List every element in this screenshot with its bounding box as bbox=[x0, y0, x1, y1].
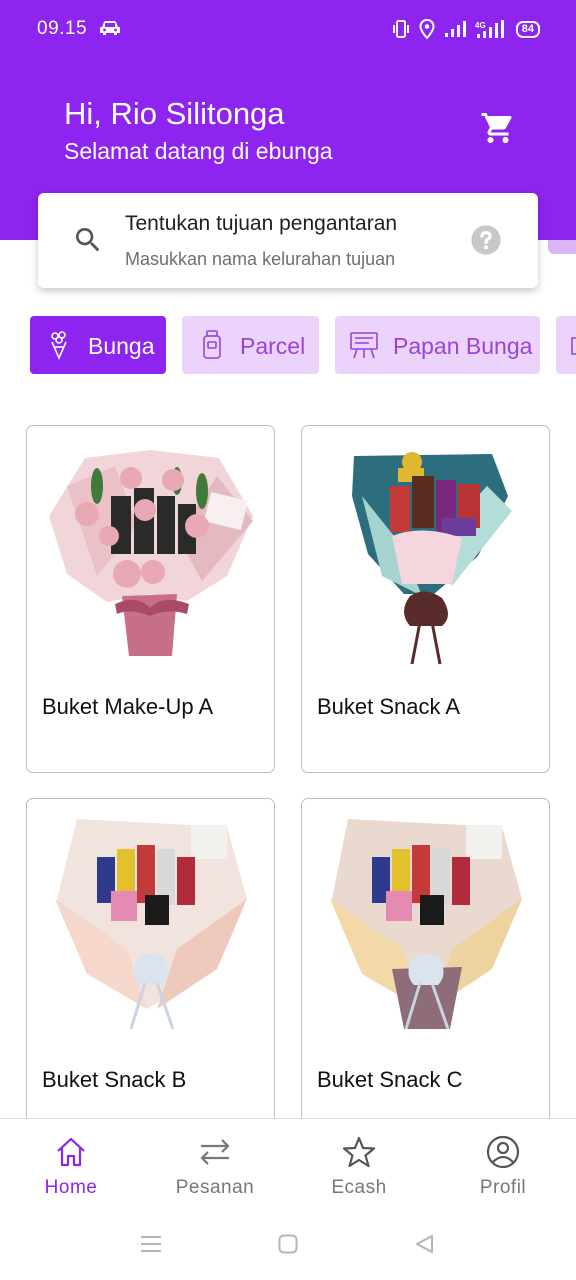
nav-item-home[interactable]: Home bbox=[6, 1119, 136, 1215]
category-row: Bunga Parcel Papan Bunga bbox=[0, 316, 576, 374]
product-card-buket-make-up-a[interactable]: Buket Make-Up A bbox=[26, 425, 275, 773]
category-chip-more[interactable] bbox=[556, 316, 576, 374]
status-time: 09.15 bbox=[37, 18, 88, 39]
nav-item-ecash[interactable]: Ecash bbox=[294, 1119, 424, 1215]
greeting-title: Hi, Rio Silitonga bbox=[64, 96, 285, 131]
location-icon bbox=[419, 19, 435, 39]
menu-lines-icon[interactable] bbox=[140, 1234, 162, 1254]
side-tab bbox=[548, 240, 576, 254]
car-icon bbox=[100, 21, 120, 35]
nav-item-profil[interactable]: Profil bbox=[438, 1119, 568, 1215]
home-icon bbox=[57, 1137, 85, 1167]
flower-bouquet-icon bbox=[51, 331, 67, 360]
status-bar: 09.15 4G 84 bbox=[0, 0, 576, 56]
category-chip-papan-bunga[interactable]: Papan Bunga bbox=[335, 316, 540, 374]
category-label: Bunga bbox=[88, 333, 155, 359]
product-card-buket-snack-a[interactable]: Buket Snack A bbox=[301, 425, 550, 773]
nav-label: Profil bbox=[479, 1177, 527, 1198]
star-icon bbox=[342, 1136, 376, 1168]
delivery-destination-card[interactable] bbox=[38, 193, 538, 288]
vibrate-icon bbox=[392, 20, 409, 38]
category-chip-parcel[interactable]: Parcel bbox=[182, 316, 319, 374]
category-partial-icon bbox=[571, 337, 576, 355]
delivery-destination-title: Tentukan tujuan pengantaran bbox=[125, 212, 398, 235]
svg-text:4G: 4G bbox=[475, 21, 486, 30]
product-image-mauve-snack-bouquet bbox=[330, 819, 522, 1030]
nav-item-pesanan[interactable]: Pesanan bbox=[150, 1119, 280, 1215]
welcome-subtitle: Selamat datang di ebunga bbox=[64, 138, 333, 164]
home-square-icon[interactable] bbox=[278, 1234, 298, 1254]
nav-label: Home bbox=[44, 1177, 98, 1198]
category-label: Parcel bbox=[240, 333, 306, 359]
cart-icon[interactable] bbox=[480, 110, 516, 146]
signal-icon bbox=[444, 21, 466, 37]
product-image-makeup-bouquet bbox=[49, 450, 253, 656]
bottom-nav: Home Pesanan Ecash Profil bbox=[0, 1118, 576, 1214]
product-name: Buket Snack C bbox=[317, 1067, 463, 1092]
transfer-arrows-icon bbox=[200, 1139, 230, 1165]
product-image-pink-snack-bouquet bbox=[55, 819, 247, 1030]
product-card-buket-snack-c[interactable]: Buket Snack C bbox=[301, 798, 550, 1128]
product-name: Buket Snack A bbox=[317, 694, 461, 719]
product-name: Buket Snack B bbox=[42, 1067, 187, 1092]
battery-indicator: 84 bbox=[515, 20, 540, 38]
nav-label: Ecash bbox=[331, 1177, 387, 1198]
help-icon[interactable] bbox=[470, 224, 502, 256]
product-image-blue-snack-bouquet bbox=[352, 452, 512, 665]
product-name: Buket Make-Up A bbox=[42, 694, 214, 719]
search-icon bbox=[76, 228, 100, 252]
profile-icon bbox=[486, 1135, 520, 1169]
nav-label: Pesanan bbox=[175, 1177, 255, 1198]
flower-board-icon bbox=[350, 332, 378, 359]
status-icons: 4G 84 bbox=[392, 18, 540, 40]
network-4g-signal-icon: 4G bbox=[475, 20, 504, 38]
category-chip-bunga[interactable]: Bunga bbox=[30, 316, 166, 374]
system-nav-bar bbox=[0, 1214, 576, 1280]
product-card-buket-snack-b[interactable]: Buket Snack B bbox=[26, 798, 275, 1128]
delivery-destination-subtitle: Masukkan nama kelurahan tujuan bbox=[125, 249, 396, 269]
parcel-jar-icon bbox=[203, 330, 221, 359]
category-label: Papan Bunga bbox=[393, 333, 533, 359]
back-triangle-icon[interactable] bbox=[414, 1234, 434, 1254]
